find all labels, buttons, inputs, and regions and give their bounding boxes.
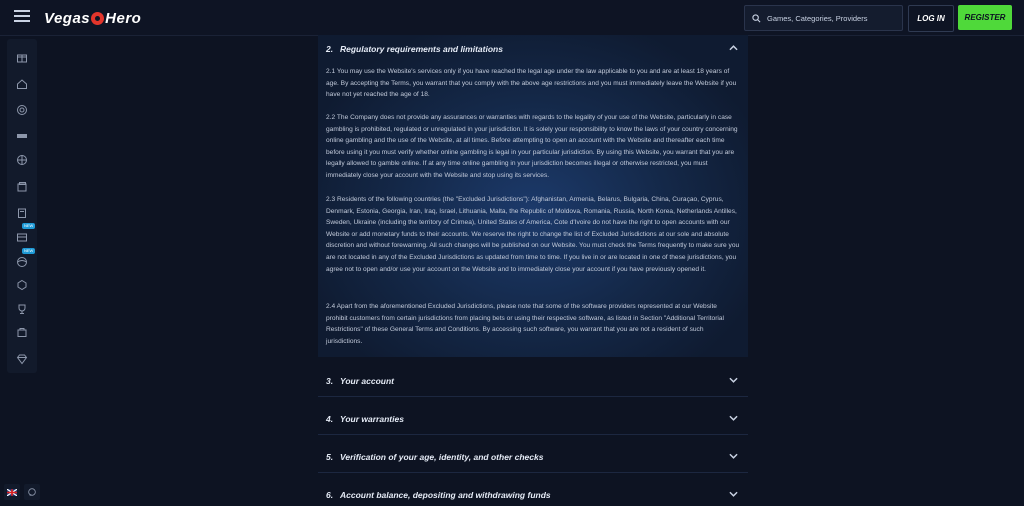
vip-icon — [17, 279, 27, 291]
uk-flag-icon — [7, 488, 17, 496]
logo-chip-icon — [91, 11, 105, 25]
site-logo[interactable]: Vegas Hero — [44, 9, 141, 27]
shop-icon — [17, 328, 27, 337]
section-title: Account balance, depositing and withdraw… — [340, 490, 551, 500]
chevron-up-icon — [729, 45, 738, 51]
sidebar-item-sportsbook[interactable]: NEW — [14, 223, 36, 245]
login-button[interactable]: LOG IN — [908, 5, 954, 32]
section-header-3[interactable]: 3. Your account — [326, 371, 740, 391]
trophy-icon — [18, 304, 26, 314]
paragraph-2-2: 2.2 The Company does not provide any ass… — [326, 114, 738, 179]
sidebar-item-slots[interactable] — [14, 128, 30, 144]
sidebar-item-sports[interactable]: NEW — [14, 248, 36, 270]
sidebar-item-gems[interactable] — [14, 351, 30, 367]
search-icon — [752, 13, 761, 22]
new-badge: NEW — [22, 248, 36, 254]
paragraph-2-4: 2.4 Apart from the aforementioned Exclud… — [326, 303, 725, 345]
chevron-down-icon — [729, 491, 738, 497]
live-casino-icon — [18, 208, 26, 218]
section-header-5[interactable]: 5. Verification of your age, identity, a… — [326, 447, 740, 467]
section-header-6[interactable]: 6. Account balance, depositing and withd… — [326, 485, 740, 505]
section-number: 4. — [326, 414, 334, 424]
sidebar-item-shop[interactable] — [14, 324, 30, 340]
top-header: Vegas Hero LOG IN REGISTER — [0, 0, 1024, 36]
roulette-icon — [17, 155, 27, 165]
slots-icon — [17, 134, 27, 138]
section-number: 2. — [326, 44, 334, 54]
support-chat-button[interactable] — [24, 484, 40, 500]
menu-icon[interactable] — [14, 10, 30, 24]
divider — [318, 434, 748, 435]
sidebar-item-live-casino[interactable] — [14, 205, 30, 221]
cards-icon — [17, 182, 27, 192]
search-input[interactable] — [765, 12, 899, 24]
section-title: Verification of your age, identity, and … — [340, 452, 544, 462]
sidebar-item-tournaments[interactable] — [14, 301, 30, 317]
section-title: Your warranties — [340, 414, 404, 424]
sidebar-item-table-games[interactable] — [14, 179, 30, 195]
search-box[interactable] — [744, 5, 903, 31]
language-selector[interactable] — [4, 484, 20, 500]
sportsbook-icon — [17, 233, 27, 242]
terms-content: 2. Regulatory requirements and limitatio… — [318, 35, 748, 506]
section-number: 6. — [326, 490, 334, 500]
logo-text-part2: Hero — [105, 9, 142, 27]
section-number: 5. — [326, 452, 334, 462]
ball-icon — [17, 257, 27, 267]
sidebar-nav: NEW NEW — [7, 39, 37, 373]
divider — [318, 396, 748, 397]
section-title: Your account — [340, 376, 394, 386]
chevron-down-icon — [729, 415, 738, 421]
sidebar-item-promotions[interactable] — [14, 49, 30, 65]
logo-text-part1: Vegas — [44, 9, 91, 27]
divider — [318, 472, 748, 473]
sidebar-item-home[interactable] — [14, 76, 30, 92]
sidebar-item-casino[interactable] — [14, 102, 30, 118]
chevron-down-icon — [729, 377, 738, 383]
casino-chip-icon — [17, 105, 27, 115]
paragraph-2-1: 2.1 You may use the Website's services o… — [326, 68, 737, 99]
new-badge: NEW — [22, 223, 36, 229]
section-number: 3. — [326, 376, 334, 386]
gift-icon — [17, 54, 27, 63]
paragraph-2-3: 2.3 Residents of the following countries… — [326, 196, 740, 273]
sidebar-item-vip[interactable] — [14, 277, 30, 293]
chevron-down-icon — [729, 453, 738, 459]
chat-icon — [28, 488, 36, 497]
home-icon — [17, 79, 27, 89]
section-header-4[interactable]: 4. Your warranties — [326, 409, 740, 429]
diamond-icon — [16, 354, 28, 365]
register-button[interactable]: REGISTER — [958, 5, 1012, 30]
sidebar-item-roulette[interactable] — [14, 152, 30, 168]
section-title: Regulatory requirements and limitations — [340, 44, 503, 54]
section-header-2[interactable]: 2. Regulatory requirements and limitatio… — [326, 39, 740, 59]
